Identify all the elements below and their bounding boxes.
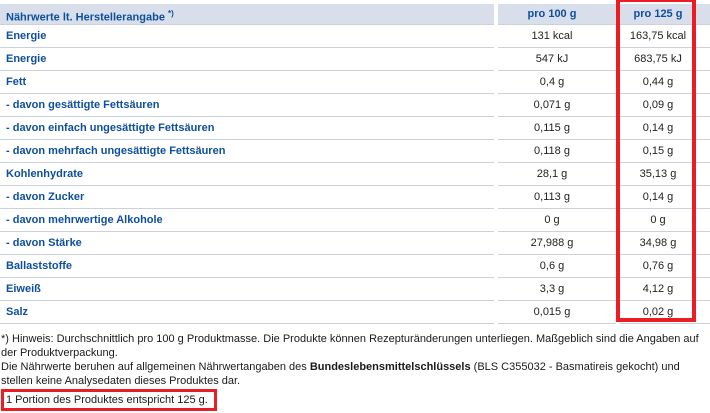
value-per-100g: 0,113 g	[498, 186, 616, 209]
footnote-note1: *) Hinweis: Durchschnittlich pro 100 g P…	[1, 333, 699, 359]
footnote-marker: *)	[168, 9, 174, 18]
value-per-100g: 0,071 g	[498, 94, 616, 117]
table-row: Energie 547 kJ 683,75 kJ	[0, 48, 710, 71]
value-per-100g: 27,988 g	[498, 232, 616, 255]
portion-highlight-box: 1 Portion des Produktes entspricht 125 g…	[1, 389, 217, 411]
table-row: - davon Stärke 27,988 g 34,98 g	[0, 232, 710, 255]
table-row: Eiweiß 3,3 g 4,12 g	[0, 278, 710, 301]
value-per-125g: 34,98 g	[620, 232, 710, 255]
nutrient-label: Kohlenhydrate	[0, 163, 494, 186]
table-row: - davon mehrfach ungesättigte Fettsäuren…	[0, 140, 710, 163]
value-per-100g: 547 kJ	[498, 48, 616, 71]
value-per-100g: 0,4 g	[498, 71, 616, 94]
value-per-125g: 0,14 g	[620, 186, 710, 209]
nutrient-label: - davon mehrwertige Alkohole	[0, 209, 494, 232]
nutrition-table: Nährwerte lt. Herstellerangabe *) pro 10…	[0, 0, 710, 324]
column-header-per-100g: pro 100 g	[498, 4, 616, 25]
value-per-125g: 0,14 g	[620, 117, 710, 140]
footnotes: *) Hinweis: Durchschnittlich pro 100 g P…	[0, 332, 707, 411]
value-per-125g: 0,09 g	[620, 94, 710, 117]
value-per-125g: 163,75 kcal	[620, 25, 710, 48]
nutrient-label: - davon einfach ungesättigte Fettsäuren	[0, 117, 494, 140]
nutrient-label: Energie	[0, 25, 494, 48]
table-row: Salz 0,015 g 0,02 g	[0, 301, 710, 324]
nutrient-label: - davon Stärke	[0, 232, 494, 255]
value-per-100g: 0 g	[498, 209, 616, 232]
value-per-125g: 683,75 kJ	[620, 48, 710, 71]
value-per-100g: 28,1 g	[498, 163, 616, 186]
column-header-per-125g: pro 125 g	[620, 4, 710, 25]
table-row: - davon mehrwertige Alkohole 0 g 0 g	[0, 209, 710, 232]
nutrient-label: Energie	[0, 48, 494, 71]
value-per-125g: 0,15 g	[620, 140, 710, 163]
table-header-row: Nährwerte lt. Herstellerangabe *) pro 10…	[0, 4, 710, 25]
table-row: - davon gesättigte Fettsäuren 0,071 g 0,…	[0, 94, 710, 117]
value-per-125g: 35,13 g	[620, 163, 710, 186]
nutrient-label: Salz	[0, 301, 494, 324]
table-row: - davon einfach ungesättigte Fettsäuren …	[0, 117, 710, 140]
value-per-100g: 0,015 g	[498, 301, 616, 324]
value-per-100g: 131 kcal	[498, 25, 616, 48]
value-per-125g: 0 g	[620, 209, 710, 232]
nutrition-facts-panel: Nährwerte lt. Herstellerangabe *) pro 10…	[0, 0, 710, 413]
value-per-100g: 0,6 g	[498, 255, 616, 278]
value-per-100g: 0,118 g	[498, 140, 616, 163]
table-row: Fett 0,4 g 0,44 g	[0, 71, 710, 94]
value-per-125g: 4,12 g	[620, 278, 710, 301]
value-per-100g: 0,115 g	[498, 117, 616, 140]
table-row: Ballaststoffe 0,6 g 0,76 g	[0, 255, 710, 278]
value-per-125g: 0,76 g	[620, 255, 710, 278]
table-body: Energie 131 kcal 163,75 kcal Energie 547…	[0, 25, 710, 324]
nutrient-label: - davon mehrfach ungesättigte Fettsäuren	[0, 140, 494, 163]
portion-text: 1 Portion des Produktes entspricht 125 g…	[6, 394, 208, 406]
table-row: Energie 131 kcal 163,75 kcal	[0, 25, 710, 48]
value-per-125g: 0,02 g	[620, 301, 710, 324]
footnote-note2-bold: Bundeslebensmittelschlüssels	[309, 361, 471, 373]
nutrient-label: Fett	[0, 71, 494, 94]
table-row: - davon Zucker 0,113 g 0,14 g	[0, 186, 710, 209]
footnote-note2: Die Nährwerte beruhen auf allgemeinen Nä…	[1, 361, 680, 387]
nutrient-label: - davon gesättigte Fettsäuren	[0, 94, 494, 117]
table-row: Kohlenhydrate 28,1 g 35,13 g	[0, 163, 710, 186]
value-per-125g: 0,44 g	[620, 71, 710, 94]
nutrient-label: Ballaststoffe	[0, 255, 494, 278]
table-title: Nährwerte lt. Herstellerangabe *)	[0, 4, 494, 25]
value-per-100g: 3,3 g	[498, 278, 616, 301]
nutrient-label: - davon Zucker	[0, 186, 494, 209]
nutrient-label: Eiweiß	[0, 278, 494, 301]
table-title-text: Nährwerte lt. Herstellerangabe	[6, 11, 165, 24]
